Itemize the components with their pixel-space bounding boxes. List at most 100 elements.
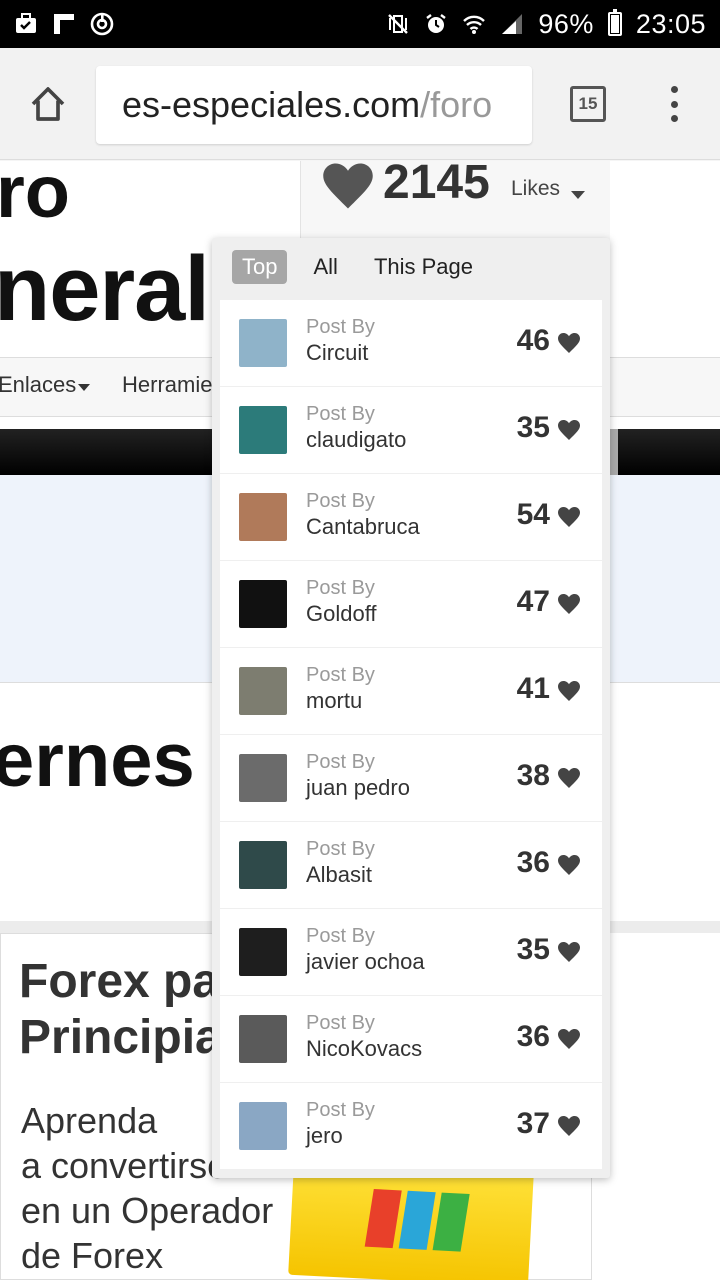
status-left-icons [14,12,114,36]
heart-icon [558,420,580,440]
avatar[interactable] [239,319,287,367]
menu-dot [670,115,678,122]
home-button[interactable] [22,80,74,128]
likes-widget[interactable]: 2145 Likes [300,161,610,241]
briefcase-check-icon [16,13,36,33]
list-item[interactable]: Post By Goldoff 47 [220,561,602,647]
heart-icon [558,1116,580,1136]
avatar[interactable] [239,406,287,454]
chevron-down-icon [78,384,90,391]
avatar[interactable] [239,754,287,802]
post-by-label: Post By [306,403,375,425]
alarm-icon [426,14,447,33]
address-bar[interactable]: es-especiales.com/foro [96,66,532,144]
nav-enlaces[interactable]: Enlaces [0,372,76,398]
url-host: es-especiales.com [122,84,421,125]
avatar[interactable] [239,580,287,628]
like-count: 36 [516,1020,550,1053]
list-item[interactable]: Post By NicoKovacs 36 [220,996,602,1082]
like-count: 47 [516,585,550,618]
ad-bar-red [364,1189,402,1249]
post-by-label: Post By [306,577,375,599]
like-count: 35 [516,411,550,444]
clock: 23:05 [635,8,706,39]
avatar[interactable] [239,667,287,715]
author-name[interactable]: jero [306,1123,343,1149]
likes-label: Likes [511,177,561,200]
overflow-menu-button[interactable] [660,82,688,126]
tab-switcher-button[interactable]: 15 [570,86,606,122]
tab-all[interactable]: All [303,250,347,284]
tab-this-page[interactable]: This Page [364,250,483,284]
chevron-down-icon[interactable] [571,191,585,199]
author-name[interactable]: javier ochoa [306,949,425,975]
signal-icon [502,14,523,34]
heart-icon [323,163,373,209]
avatar[interactable] [239,493,287,541]
ad-bar-green [432,1192,470,1252]
post-by-label: Post By [306,925,375,947]
like-count: 36 [516,846,550,879]
post-by-label: Post By [306,838,375,860]
status-right-icons: 96% 23:05 [386,9,706,40]
menu-dot [670,86,678,93]
like-count: 46 [516,324,550,357]
heart-icon [558,855,580,875]
tab-top[interactable]: Top [232,250,288,284]
heart-icon [558,768,580,788]
status-bar: 96% 23:05 [0,0,720,48]
post-by-label: Post By [306,664,375,686]
forum-title-line1: ro [0,161,70,233]
list-item[interactable]: Post By claudigato 35 [220,387,602,473]
vibrate-off-icon [388,14,409,34]
heart-icon [558,333,580,353]
ad-sub-line4: de Forex [21,1235,164,1276]
wifi-icon [463,15,486,34]
heart-icon [558,942,580,962]
likes-list: Post By Circuit 46 Post By claudigato 35 Post … [220,300,602,1170]
avatar[interactable] [239,1102,287,1150]
author-name[interactable]: NicoKovacs [306,1036,422,1062]
home-icon [31,87,65,121]
post-by-label: Post By [306,490,375,512]
heart-icon [558,594,580,614]
list-item[interactable]: Post By jero 37 [220,1083,602,1169]
post-by-label: Post By [306,1099,375,1121]
menu-dot [670,100,678,108]
heart-icon [558,681,580,701]
scrollbar-thumb[interactable] [610,429,618,475]
list-item[interactable]: Post By Circuit 46 [220,300,602,386]
flipboard-icon [54,14,74,34]
likes-tabs: Top All This Page [232,250,483,284]
like-count: 37 [516,1107,550,1140]
author-name[interactable]: Albasit [306,862,372,888]
avatar[interactable] [239,1015,287,1063]
like-count: 35 [516,933,550,966]
avatar[interactable] [239,841,287,889]
like-count: 38 [516,759,550,792]
list-item[interactable]: Post By juan pedro 38 [220,735,602,821]
author-name[interactable]: mortu [306,688,362,714]
author-name[interactable]: juan pedro [306,775,410,801]
list-item[interactable]: Post By Cantabruca 54 [220,474,602,560]
url-path: /foro [420,84,493,125]
avatar[interactable] [239,928,287,976]
list-item[interactable]: Post By mortu 41 [220,648,602,734]
author-name[interactable]: claudigato [306,427,406,453]
power-sync-icon [90,12,114,36]
browser-toolbar: es-especiales.com/foro 15 [0,48,720,160]
author-name[interactable]: Cantabruca [306,514,420,540]
list-item[interactable]: Post By Albasit 36 [220,822,602,908]
post-by-label: Post By [306,1012,375,1034]
like-count: 54 [516,498,550,531]
section-heading: ernes [0,718,195,803]
ad-sub-line3: en un Operador [21,1190,274,1231]
battery-percent: 96% [538,8,594,39]
author-name[interactable]: Goldoff [306,601,377,627]
list-item[interactable]: Post By javier ochoa 35 [220,909,602,995]
likes-count: 2145 [383,161,490,209]
likes-dropdown: Top All This Page Post By Circuit 46 Post B… [212,238,610,1178]
nav-herramientas[interactable]: Herramie [122,372,212,398]
battery-icon [607,9,622,36]
author-name[interactable]: Circuit [306,340,368,366]
